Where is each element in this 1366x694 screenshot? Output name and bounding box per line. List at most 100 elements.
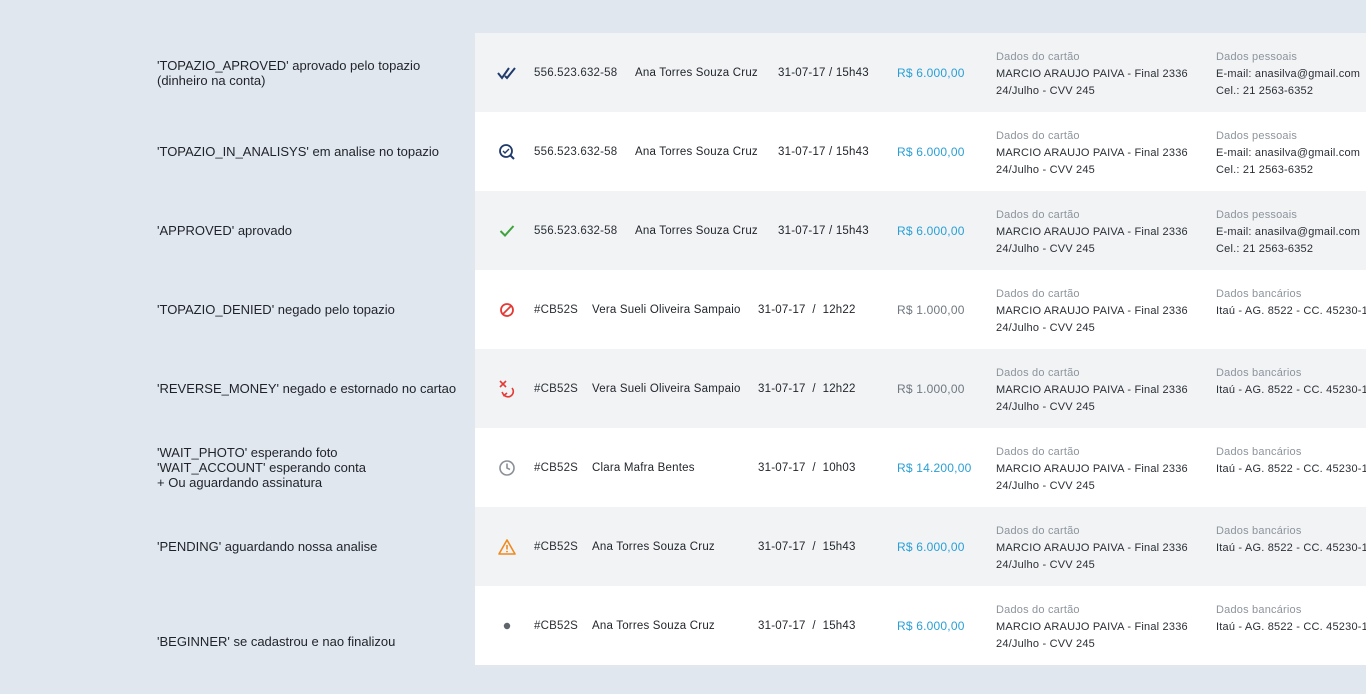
phone-line: Cel.: 21 2563-6352 [1216, 85, 1314, 97]
transaction-amount: R$ 1.000,00 [897, 302, 965, 317]
card-details: Dados do cartão MARCIO ARAUJO PAIVA - Fi… [996, 128, 1188, 179]
bank-details: Dados bancários Itaú - AG. 8522 - CC. 45… [1216, 602, 1366, 636]
card-details: Dados do cartão MARCIO ARAUJO PAIVA - Fi… [996, 49, 1188, 100]
card-details-header: Dados do cartão [996, 604, 1080, 616]
transaction-id: #CB52S [534, 303, 579, 316]
bank-details: Dados bancários Itaú - AG. 8522 - CC. 45… [1216, 286, 1366, 320]
card-holder-line: MARCIO ARAUJO PAIVA - Final 2336 [996, 147, 1188, 159]
personal-details: Dados pessoais E-mail: anasilva@gmail.co… [1216, 128, 1360, 179]
status-legend: 'TOPAZIO_APROVED' aprovado pelo topazio … [157, 33, 475, 665]
transaction-date: 31-07-17 / 10h03 [758, 461, 856, 474]
bank-details: Dados bancários Itaú - AG. 8522 - CC. 45… [1216, 523, 1366, 557]
card-expiry-line: 24/Julho - CVV 245 [996, 401, 1095, 413]
transaction-id: #CB52S [534, 619, 579, 632]
table-row[interactable]: 556.523.632-58 Ana Torres Souza Cruz 31-… [475, 33, 1366, 112]
card-expiry-line: 24/Julho - CVV 245 [996, 322, 1095, 334]
email-line: E-mail: anasilva@gmail.com [1216, 68, 1361, 80]
warning-icon [497, 537, 517, 557]
transaction-date: 31-07-17 / 15h43 [778, 224, 869, 237]
card-details: Dados do cartão MARCIO ARAUJO PAIVA - Fi… [996, 207, 1188, 258]
card-details-header: Dados do cartão [996, 288, 1080, 300]
card-details: Dados do cartão MARCIO ARAUJO PAIVA - Fi… [996, 444, 1188, 495]
status-label: 'PENDING' aguardando nossa analise [157, 539, 378, 554]
transaction-amount: R$ 1.000,00 [897, 381, 965, 396]
transaction-date: 31-07-17 / 12h22 [758, 382, 856, 395]
status-label: 'REVERSE_MONEY' negado e estornado no ca… [157, 381, 457, 396]
card-expiry-line: 24/Julho - CVV 245 [996, 638, 1095, 650]
transaction-date: 31-07-17 / 12h22 [758, 303, 856, 316]
bank-details-header: Dados bancários [1216, 446, 1302, 458]
card-holder-line: MARCIO ARAUJO PAIVA - Final 2336 [996, 226, 1188, 238]
bank-account-line: Itaú - AG. 8522 - CC. 45230-1 [1216, 384, 1366, 396]
card-details: Dados do cartão MARCIO ARAUJO PAIVA - Fi… [996, 523, 1188, 574]
customer-name: Clara Mafra Bentes [592, 461, 695, 474]
transaction-amount: R$ 6.000,00 [897, 223, 965, 238]
transaction-id: 556.523.632-58 [534, 145, 618, 158]
email-line: E-mail: anasilva@gmail.com [1216, 147, 1361, 159]
personal-details: Dados pessoais E-mail: anasilva@gmail.co… [1216, 207, 1360, 258]
card-expiry-line: 24/Julho - CVV 245 [996, 85, 1095, 97]
card-details-header: Dados do cartão [996, 367, 1080, 379]
transaction-date: 31-07-17 / 15h43 [778, 66, 869, 79]
clock-icon [497, 458, 517, 478]
bank-account-line: Itaú - AG. 8522 - CC. 45230-1 [1216, 463, 1366, 475]
check-icon [497, 221, 517, 241]
customer-name: Vera Sueli Oliveira Sampaio [592, 303, 741, 316]
transaction-id: 556.523.632-58 [534, 224, 618, 237]
table-row[interactable]: 556.523.632-58 Ana Torres Souza Cruz 31-… [475, 191, 1366, 270]
transaction-amount: R$ 6.000,00 [897, 539, 965, 554]
bank-details-header: Dados bancários [1216, 288, 1302, 300]
bank-details-header: Dados bancários [1216, 367, 1302, 379]
card-details-header: Dados do cartão [996, 525, 1080, 537]
card-holder-line: MARCIO ARAUJO PAIVA - Final 2336 [996, 542, 1188, 554]
transaction-date: 31-07-17 / 15h43 [778, 145, 869, 158]
status-label: 'TOPAZIO_DENIED' negado pelo topazio [157, 302, 395, 317]
customer-name: Ana Torres Souza Cruz [635, 145, 758, 158]
card-details-header: Dados do cartão [996, 446, 1080, 458]
transaction-id: #CB52S [534, 540, 579, 553]
email-line: E-mail: anasilva@gmail.com [1216, 226, 1361, 238]
phone-line: Cel.: 21 2563-6352 [1216, 164, 1314, 176]
card-holder-line: MARCIO ARAUJO PAIVA - Final 2336 [996, 621, 1188, 633]
status-label: 'APPROVED' aprovado [157, 223, 293, 238]
card-holder-line: MARCIO ARAUJO PAIVA - Final 2336 [996, 463, 1188, 475]
bank-details: Dados bancários Itaú - AG. 8522 - CC. 45… [1216, 444, 1366, 478]
transaction-date: 31-07-17 / 15h43 [758, 619, 856, 632]
transaction-date: 31-07-17 / 15h43 [758, 540, 856, 553]
reverse-icon [497, 379, 517, 399]
card-expiry-line: 24/Julho - CVV 245 [996, 243, 1095, 255]
denied-icon [497, 300, 517, 320]
table-row[interactable]: #CB52S Vera Sueli Oliveira Sampaio 31-07… [475, 270, 1366, 349]
transaction-amount: R$ 6.000,00 [897, 65, 965, 80]
bank-account-line: Itaú - AG. 8522 - CC. 45230-1 [1216, 305, 1366, 317]
bank-account-line: Itaú - AG. 8522 - CC. 45230-1 [1216, 542, 1366, 554]
card-expiry-line: 24/Julho - CVV 245 [996, 559, 1095, 571]
phone-line: Cel.: 21 2563-6352 [1216, 243, 1314, 255]
table-row[interactable]: #CB52S Ana Torres Souza Cruz 31-07-17 / … [475, 586, 1366, 665]
card-details-header: Dados do cartão [996, 209, 1080, 221]
card-expiry-line: 24/Julho - CVV 245 [996, 164, 1095, 176]
card-details: Dados do cartão MARCIO ARAUJO PAIVA - Fi… [996, 286, 1188, 337]
personal-details-header: Dados pessoais [1216, 51, 1298, 63]
table-row[interactable]: #CB52S Vera Sueli Oliveira Sampaio 31-07… [475, 349, 1366, 428]
bank-details-header: Dados bancários [1216, 604, 1302, 616]
table-row[interactable]: 556.523.632-58 Ana Torres Souza Cruz 31-… [475, 112, 1366, 191]
transaction-id: 556.523.632-58 [534, 66, 618, 79]
customer-name: Ana Torres Souza Cruz [592, 619, 715, 632]
transaction-amount: R$ 6.000,00 [897, 618, 965, 633]
bank-details: Dados bancários Itaú - AG. 8522 - CC. 45… [1216, 365, 1366, 399]
card-holder-line: MARCIO ARAUJO PAIVA - Final 2336 [996, 68, 1188, 80]
status-label: 'WAIT_PHOTO' esperando foto 'WAIT_ACCOUN… [157, 445, 366, 490]
status-label: 'BEGINNER' se cadastrou e nao finalizou [157, 634, 396, 649]
transaction-id: #CB52S [534, 382, 579, 395]
transaction-amount: R$ 14.200,00 [897, 460, 972, 475]
transaction-amount: R$ 6.000,00 [897, 144, 965, 159]
customer-name: Ana Torres Souza Cruz [635, 66, 758, 79]
transactions-table: 556.523.632-58 Ana Torres Souza Cruz 31-… [475, 33, 1366, 665]
card-details-header: Dados do cartão [996, 130, 1080, 142]
personal-details-header: Dados pessoais [1216, 130, 1298, 142]
transaction-id: #CB52S [534, 461, 579, 474]
table-row[interactable]: #CB52S Ana Torres Souza Cruz 31-07-17 / … [475, 507, 1366, 586]
bank-details-header: Dados bancários [1216, 525, 1302, 537]
table-row[interactable]: #CB52S Clara Mafra Bentes 31-07-17 / 10h… [475, 428, 1366, 507]
